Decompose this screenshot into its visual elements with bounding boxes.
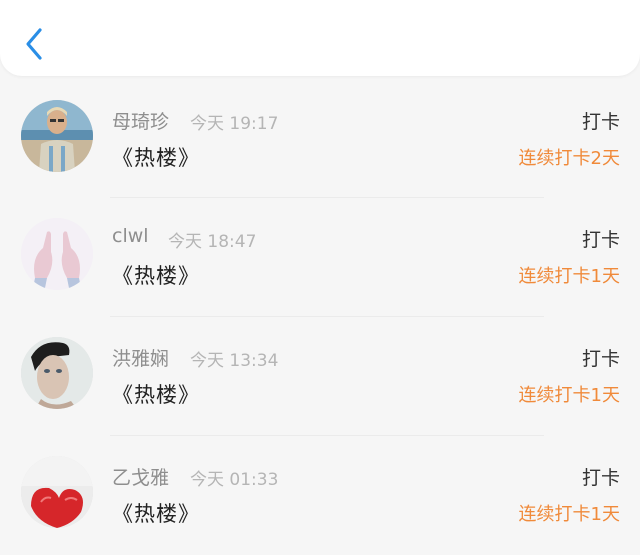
avatar[interactable]: [21, 218, 93, 290]
user-name[interactable]: 洪雅娴: [112, 344, 169, 371]
user-name[interactable]: 乙戈雅: [112, 463, 169, 490]
streak-label: 连续打卡1天: [518, 266, 620, 287]
book-title: 《热楼》: [112, 146, 200, 170]
checkin-list: 母琦珍 今天 19:17 《热楼》 打卡 连续打卡2天 clwl 今天 18:4…: [0, 80, 640, 555]
checkin-time: 今天 18:47: [168, 232, 257, 252]
list-item[interactable]: 乙戈雅 今天 01:33 《热楼》 打卡 连续打卡1天: [0, 436, 640, 555]
list-item[interactable]: 母琦珍 今天 19:17 《热楼》 打卡 连续打卡2天: [0, 80, 640, 198]
avatar[interactable]: [21, 337, 93, 409]
checkin-time: 今天 13:34: [190, 351, 279, 371]
book-title: 《热楼》: [112, 264, 200, 288]
checkin-time: 今天 01:33: [190, 470, 279, 490]
checkin-label: 打卡: [581, 348, 620, 370]
avatar[interactable]: [21, 100, 93, 172]
streak-label: 连续打卡1天: [518, 385, 620, 406]
top-bar: [0, 0, 640, 76]
user-name[interactable]: clwl: [112, 225, 149, 247]
back-button[interactable]: [20, 24, 48, 64]
user-name[interactable]: 母琦珍: [112, 107, 169, 134]
streak-label: 连续打卡1天: [518, 504, 620, 525]
checkin-label: 打卡: [581, 229, 620, 251]
chevron-left-icon: [26, 28, 42, 60]
list-item[interactable]: 洪雅娴 今天 13:34 《热楼》 打卡 连续打卡1天: [0, 317, 640, 436]
book-title: 《热楼》: [112, 502, 200, 526]
checkin-time: 今天 19:17: [190, 114, 279, 134]
book-title: 《热楼》: [112, 383, 200, 407]
list-item[interactable]: clwl 今天 18:47 《热楼》 打卡 连续打卡1天: [0, 198, 640, 317]
streak-label: 连续打卡2天: [518, 148, 620, 169]
checkin-label: 打卡: [581, 111, 620, 133]
avatar[interactable]: [21, 456, 93, 528]
checkin-label: 打卡: [581, 467, 620, 489]
